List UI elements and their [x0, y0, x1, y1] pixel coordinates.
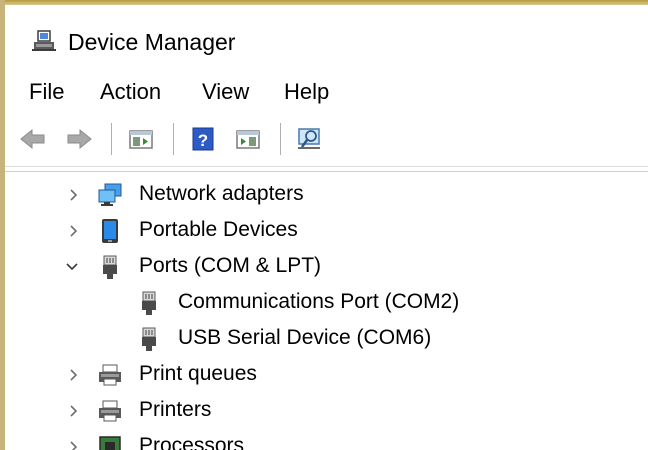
menu-file[interactable]: File — [29, 79, 64, 105]
tree-node-print-queues[interactable]: Print queues — [5, 358, 648, 392]
device-manager-window: Device Manager File Action View Help ? N… — [0, 0, 648, 450]
forward-arrow-icon[interactable] — [65, 125, 93, 153]
menu-view[interactable]: View — [202, 79, 249, 105]
menu-action[interactable]: Action — [100, 79, 161, 105]
tree-node-portable-devices[interactable]: Portable Devices — [5, 214, 648, 248]
chevron-right-icon[interactable] — [67, 368, 81, 382]
toolbar-separator — [173, 123, 174, 155]
back-arrow-icon[interactable] — [19, 125, 47, 153]
tree-node-label: Processors — [139, 434, 245, 450]
printer-icon — [99, 364, 121, 386]
show-hide-console-tree-icon[interactable] — [127, 125, 155, 153]
tree-node-label: Network adapters — [139, 182, 304, 205]
device-manager-icon — [32, 30, 56, 51]
port-connector-icon — [142, 327, 156, 351]
tree-node-printers[interactable]: Printers — [5, 394, 648, 428]
tree-node-ports[interactable]: Ports (COM & LPT) — [5, 250, 648, 284]
tree-node-network-adapters[interactable]: Network adapters — [5, 178, 648, 212]
tree-node-label: USB Serial Device (COM6) — [178, 326, 432, 349]
chevron-right-icon[interactable] — [67, 224, 81, 238]
portable-device-icon — [102, 219, 118, 243]
menu-help[interactable]: Help — [284, 79, 329, 105]
printer-icon — [99, 400, 121, 422]
window-title: Device Manager — [68, 29, 236, 55]
tree-node-processors[interactable]: Processors — [5, 430, 648, 450]
svg-text:?: ? — [198, 131, 208, 150]
menu-bar: File Action View Help — [5, 71, 648, 113]
help-icon[interactable]: ? — [189, 125, 217, 153]
chevron-right-icon[interactable] — [67, 188, 81, 202]
port-connector-icon — [142, 291, 156, 315]
processor-icon — [99, 436, 121, 450]
tree-node-label: Ports (COM & LPT) — [139, 254, 322, 277]
tree-node-label: Printers — [139, 398, 212, 421]
scan-hardware-changes-icon[interactable] — [296, 125, 324, 153]
device-tree: Network adapters Portable Devices Ports … — [5, 171, 648, 450]
chevron-down-icon[interactable] — [65, 260, 79, 274]
chevron-right-icon[interactable] — [67, 440, 81, 450]
chevron-right-icon[interactable] — [67, 404, 81, 418]
properties-icon[interactable] — [234, 125, 262, 153]
toolbar-separator — [111, 123, 112, 155]
network-adapter-icon — [98, 183, 122, 206]
tree-node-usb-serial-device[interactable]: USB Serial Device (COM6) — [5, 322, 648, 356]
port-connector-icon — [103, 255, 117, 279]
tree-node-label: Portable Devices — [139, 218, 298, 241]
tree-node-label: Communications Port (COM2) — [178, 290, 460, 313]
tree-node-label: Print queues — [139, 362, 257, 385]
toolbar: ? — [5, 113, 648, 167]
tree-node-communications-port[interactable]: Communications Port (COM2) — [5, 286, 648, 320]
toolbar-separator — [280, 123, 281, 155]
title-bar[interactable]: Device Manager — [5, 5, 648, 71]
